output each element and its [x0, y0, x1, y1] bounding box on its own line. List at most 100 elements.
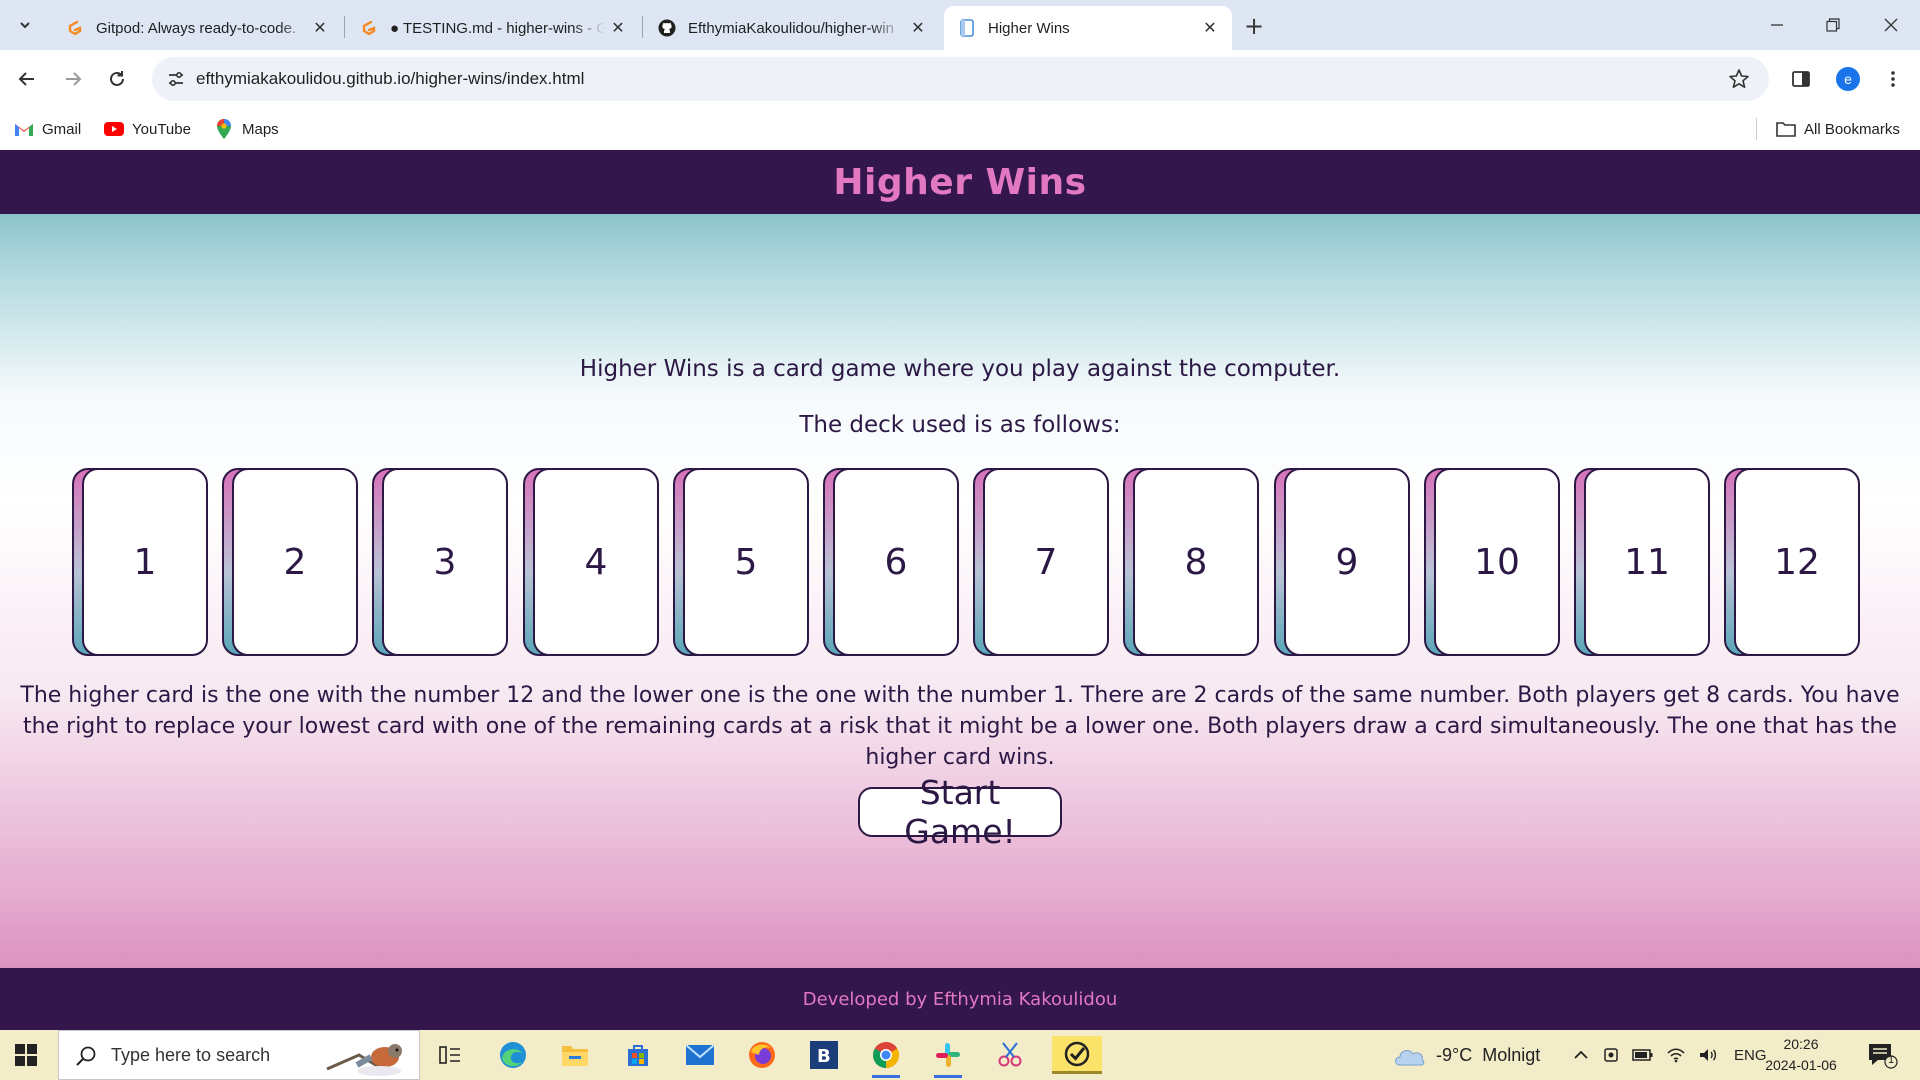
forward-button[interactable]: [56, 62, 90, 96]
windows-taskbar: Type here to search B -9°C Molnigt ENG 2…: [0, 1030, 1920, 1080]
bookmark-gmail[interactable]: Gmail: [14, 116, 81, 142]
edge-icon: [500, 1042, 526, 1068]
tab-github[interactable]: EfthymiaKakoulidou/higher-win ✕: [644, 6, 940, 50]
weather-text: -9°C Molnigt: [1436, 1044, 1541, 1065]
github-icon: [658, 19, 676, 37]
rules-text: The higher card is the one with the numb…: [20, 683, 1900, 770]
site-info-icon[interactable]: [166, 69, 186, 89]
bookmark-maps[interactable]: Maps: [214, 116, 279, 142]
card-number: 11: [1584, 468, 1710, 656]
address-bar[interactable]: efthymiakakoulidou.github.io/higher-wins…: [152, 57, 1769, 101]
tab-title: Higher Wins: [988, 19, 1070, 37]
weather-widget[interactable]: -9°C Molnigt: [1392, 1030, 1540, 1080]
cloud-icon: [1395, 1049, 1425, 1066]
deck-card: 8: [1123, 468, 1259, 656]
volume-icon[interactable]: [1698, 1047, 1718, 1063]
taskbar-clock[interactable]: 20:26 2024-01-06: [1762, 1034, 1840, 1076]
tab-higher-wins[interactable]: Higher Wins ✕: [944, 6, 1232, 50]
close-window-button[interactable]: [1876, 10, 1906, 40]
tab-gitpod[interactable]: Gitpod: Always ready-to-code. ✕: [52, 6, 342, 50]
chevron-up-icon[interactable]: [1572, 1046, 1590, 1064]
restore-icon: [1826, 18, 1840, 32]
reload-icon: [110, 71, 124, 86]
deck-card: 3: [372, 468, 508, 656]
page-title: Higher Wins: [833, 161, 1087, 203]
browser-toolbar: efthymiakakoulidou.github.io/higher-wins…: [0, 50, 1920, 108]
store-app[interactable]: [618, 1036, 658, 1074]
firefox-icon: [749, 1042, 775, 1068]
deck-card: 6: [823, 468, 959, 656]
snipping-tool-app[interactable]: [990, 1036, 1030, 1074]
windows-start-icon[interactable]: [14, 1043, 38, 1067]
reload-button[interactable]: [100, 62, 134, 96]
task-view-icon: [439, 1046, 460, 1064]
all-bookmarks-button[interactable]: All Bookmarks: [1776, 116, 1900, 142]
norton-app[interactable]: [1052, 1036, 1102, 1074]
folder-icon: [1776, 120, 1796, 138]
deck-card: 9: [1274, 468, 1410, 656]
tab-search-button[interactable]: [10, 10, 40, 40]
card-number: 6: [833, 468, 959, 656]
b-app[interactable]: B: [804, 1036, 844, 1074]
close-icon: [1884, 18, 1898, 32]
bookmark-star-icon[interactable]: [1727, 67, 1751, 91]
close-tab-icon[interactable]: ✕: [908, 18, 928, 38]
battery-icon[interactable]: [1632, 1048, 1654, 1062]
norton-icon: [1064, 1041, 1090, 1066]
gmail-icon: [14, 120, 34, 138]
file-explorer-app[interactable]: [555, 1036, 595, 1074]
slack-app[interactable]: [928, 1036, 968, 1078]
search-highlight-bird-icon: [326, 1044, 402, 1076]
deck-card: 2: [222, 468, 358, 656]
minimize-button[interactable]: [1762, 10, 1792, 40]
task-view-button[interactable]: [430, 1036, 470, 1074]
profile-avatar[interactable]: e: [1836, 67, 1860, 91]
browser-menu-button[interactable]: [1876, 62, 1910, 96]
system-tray[interactable]: ENG: [1572, 1030, 1767, 1080]
deck-card: 10: [1424, 468, 1560, 656]
tab-separator: [344, 16, 345, 38]
bookmark-youtube[interactable]: YouTube: [104, 116, 191, 142]
new-tab-button[interactable]: +: [1240, 12, 1268, 40]
store-icon: [628, 1045, 648, 1066]
close-tab-icon[interactable]: ✕: [310, 18, 330, 38]
file-explorer-icon: [562, 1046, 588, 1066]
start-game-button[interactable]: Start Game!: [858, 773, 1062, 851]
mail-app[interactable]: [680, 1036, 720, 1074]
deck-card: 5: [673, 468, 809, 656]
b-app-icon: B: [810, 1041, 838, 1069]
minimize-icon: [1771, 24, 1783, 26]
card-number: 10: [1434, 468, 1560, 656]
snipping-icon: [998, 1042, 1022, 1067]
deck-card: 12: [1724, 468, 1860, 656]
intro-text: Higher Wins is a card game where you pla…: [579, 356, 1341, 382]
close-tab-icon[interactable]: ✕: [1200, 18, 1220, 38]
wifi-icon[interactable]: [1666, 1047, 1686, 1063]
taskbar-search-box[interactable]: Type here to search: [58, 1030, 420, 1080]
restore-button[interactable]: [1818, 10, 1848, 40]
tab-testing-md[interactable]: ● TESTING.md - higher-wins - G ✕: [346, 6, 640, 50]
mail-icon: [685, 1044, 715, 1065]
edge-app[interactable]: [493, 1036, 533, 1074]
card-number: 4: [533, 468, 659, 656]
chrome-app[interactable]: [866, 1036, 906, 1078]
card-number: 7: [983, 468, 1109, 656]
search-icon: [76, 1046, 96, 1066]
firefox-app[interactable]: [742, 1036, 782, 1074]
notification-center-button[interactable]: 1: [1866, 1041, 1898, 1069]
clock-time: 20:26: [1783, 1036, 1819, 1052]
side-panel-button[interactable]: [1784, 62, 1818, 96]
close-tab-icon[interactable]: ✕: [608, 18, 628, 38]
arrow-right-icon: [66, 72, 82, 86]
meet-now-icon[interactable]: [1602, 1046, 1620, 1064]
bookmark-label: Gmail: [42, 120, 82, 138]
site-footer: Developed by Efthymia Kakoulidou: [0, 968, 1920, 1030]
chevron-down-icon: [20, 22, 30, 29]
back-button[interactable]: [10, 62, 44, 96]
notification-count: 1: [1887, 1054, 1895, 1066]
bookmark-label: YouTube: [132, 120, 191, 138]
gitpod-icon: [66, 19, 84, 37]
maps-icon: [214, 119, 234, 139]
deck-cards: 1 2 3 4 5 6 7 8 9 10 11 12: [72, 468, 1860, 658]
bookmark-label: Maps: [242, 120, 279, 138]
